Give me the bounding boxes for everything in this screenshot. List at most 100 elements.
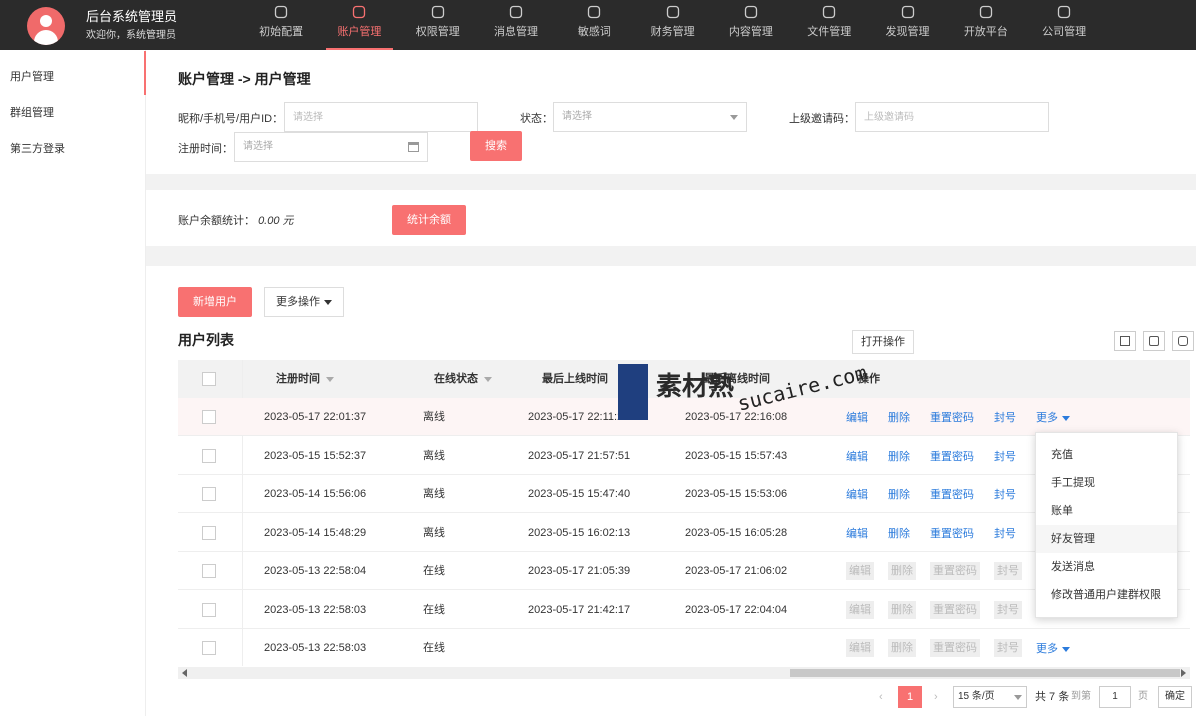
gear-icon: [274, 5, 288, 19]
nav-item-0[interactable]: 初始配置: [242, 0, 320, 50]
nav-item-9[interactable]: 开放平台: [947, 0, 1025, 50]
reset-password-button[interactable]: 重置密码: [930, 525, 974, 543]
export-icon[interactable]: [1143, 331, 1165, 351]
search-button[interactable]: 搜索: [470, 131, 522, 161]
delete-button[interactable]: 删除: [888, 448, 910, 466]
ban-button[interactable]: 封号: [994, 525, 1016, 543]
delete-button[interactable]: 删除: [888, 562, 916, 580]
page-size-label: 15 条/页: [958, 691, 995, 702]
delete-button[interactable]: 删除: [888, 639, 916, 657]
regtime-placeholder: 请选择: [243, 141, 273, 152]
select-all-checkbox[interactable]: [202, 372, 216, 386]
nav-item-4[interactable]: 敏感词: [555, 0, 633, 50]
ban-button[interactable]: 封号: [994, 562, 1022, 580]
row-checkbox[interactable]: [202, 602, 216, 617]
invite-input[interactable]: [855, 102, 1049, 132]
menu-item-0[interactable]: 充值: [1036, 441, 1177, 469]
more-ops-dropdown[interactable]: 更多操作: [264, 287, 344, 317]
menu-item-3[interactable]: 好友管理: [1036, 525, 1177, 553]
row-checkbox[interactable]: [202, 487, 216, 501]
edit-button[interactable]: 编辑: [846, 562, 874, 580]
col-last-online[interactable]: 最后上线时间: [542, 360, 608, 398]
open-ops-button[interactable]: 打开操作: [852, 330, 914, 354]
horizontal-scrollbar[interactable]: [178, 667, 1190, 679]
calc-balance-button[interactable]: 统计余额: [392, 205, 466, 235]
nav-item-10[interactable]: 公司管理: [1025, 0, 1103, 50]
ban-button[interactable]: 封号: [994, 600, 1022, 619]
reset-password-button[interactable]: 重置密码: [930, 448, 974, 466]
cell-last-online: 2023-05-15 16:02:13: [528, 526, 631, 539]
more-actions-button[interactable]: 更多: [1036, 409, 1070, 427]
nav-item-7[interactable]: 文件管理: [790, 0, 868, 50]
sidebar: 用户管理 群组管理 第三方登录: [0, 50, 146, 716]
cell-online-status: 离线: [423, 526, 445, 539]
reset-password-button[interactable]: 重置密码: [930, 639, 980, 657]
nav-item-label: 公司管理: [1042, 26, 1087, 38]
nav-item-6[interactable]: 内容管理: [712, 0, 790, 50]
menu-item-5[interactable]: 修改普通用户建群权限: [1036, 581, 1177, 609]
row-checkbox[interactable]: [202, 564, 216, 578]
status-select[interactable]: 请选择: [553, 102, 747, 132]
prev-page-icon[interactable]: ‹: [879, 686, 883, 708]
nav-item-5[interactable]: 财务管理: [633, 0, 711, 50]
delete-button[interactable]: 删除: [888, 486, 910, 504]
nav-item-label: 敏感词: [577, 26, 611, 38]
reset-password-button[interactable]: 重置密码: [930, 409, 974, 427]
nav-item-label: 初始配置: [259, 26, 304, 38]
sidebar-item-0[interactable]: 用户管理: [0, 51, 146, 95]
row-checkbox[interactable]: [202, 410, 216, 424]
menu-item-4[interactable]: 发送消息: [1036, 553, 1177, 581]
ban-button[interactable]: 封号: [994, 448, 1016, 466]
nav-item-2[interactable]: 权限管理: [399, 0, 477, 50]
edit-button[interactable]: 编辑: [846, 600, 874, 619]
ban-button[interactable]: 封号: [994, 639, 1022, 657]
edit-button[interactable]: 编辑: [846, 486, 868, 504]
user-icon: [353, 5, 366, 19]
next-page-icon[interactable]: ›: [934, 686, 938, 708]
reset-password-button[interactable]: 重置密码: [930, 486, 974, 504]
page-number-current[interactable]: 1: [898, 686, 922, 708]
sidebar-item-1[interactable]: 群组管理: [0, 95, 145, 131]
nav-item-8[interactable]: 发现管理: [868, 0, 946, 50]
nav-item-1[interactable]: 账户管理: [320, 0, 398, 50]
chevron-down-icon: [1014, 695, 1022, 700]
scroll-left-icon[interactable]: [182, 669, 187, 677]
columns-icon[interactable]: [1114, 331, 1136, 351]
scroll-right-icon[interactable]: [1181, 669, 1186, 677]
edit-button[interactable]: 编辑: [846, 448, 868, 466]
print-icon[interactable]: [1172, 331, 1194, 351]
goto-page-input[interactable]: 1: [1099, 686, 1131, 708]
sidebar-item-2[interactable]: 第三方登录: [0, 131, 145, 167]
menu-item-1[interactable]: 手工提现: [1036, 469, 1177, 497]
cell-register-time: 2023-05-13 22:58:03: [264, 603, 367, 616]
delete-button[interactable]: 删除: [888, 600, 916, 619]
page-size-select[interactable]: 15 条/页: [953, 686, 1027, 708]
ban-button[interactable]: 封号: [994, 409, 1016, 427]
edit-button[interactable]: 编辑: [846, 525, 868, 543]
ban-button[interactable]: 封号: [994, 486, 1016, 504]
row-checkbox[interactable]: [202, 448, 216, 463]
table-row[interactable]: 2023-05-13 22:58:03 在线 编辑 删除 重置密码 封号 更多: [178, 629, 1190, 666]
col-online-status[interactable]: 在线状态: [434, 360, 492, 398]
top-bar: 后台系统管理员 欢迎你，系统管理员 初始配置 账户管理 权限管理 消息管理 敏感词 财务管…: [0, 0, 1196, 50]
col-register-time[interactable]: 注册时间: [276, 360, 334, 398]
scrollbar-thumb[interactable]: [790, 669, 1180, 677]
avatar[interactable]: [27, 7, 65, 45]
row-checkbox[interactable]: [202, 525, 216, 540]
add-user-button[interactable]: 新增用户: [178, 287, 252, 317]
system-title: 后台系统管理员: [86, 9, 178, 24]
delete-button[interactable]: 删除: [888, 409, 910, 427]
row-checkbox[interactable]: [202, 641, 216, 655]
more-actions-button[interactable]: 更多: [1036, 640, 1070, 658]
keyword-input[interactable]: [284, 102, 478, 132]
delete-button[interactable]: 删除: [888, 525, 910, 543]
menu-item-2[interactable]: 账单: [1036, 497, 1177, 525]
regtime-picker[interactable]: 请选择: [234, 132, 428, 162]
cell-online-status: 在线: [423, 565, 445, 577]
reset-password-button[interactable]: 重置密码: [930, 600, 980, 619]
nav-item-3[interactable]: 消息管理: [477, 0, 555, 50]
goto-confirm-button[interactable]: 确定: [1158, 686, 1192, 708]
more-actions-menu: 充值 手工提现 账单 好友管理 发送消息 修改普通用户建群权限: [1035, 432, 1178, 618]
edit-button[interactable]: 编辑: [846, 639, 874, 657]
reset-password-button[interactable]: 重置密码: [930, 562, 980, 580]
